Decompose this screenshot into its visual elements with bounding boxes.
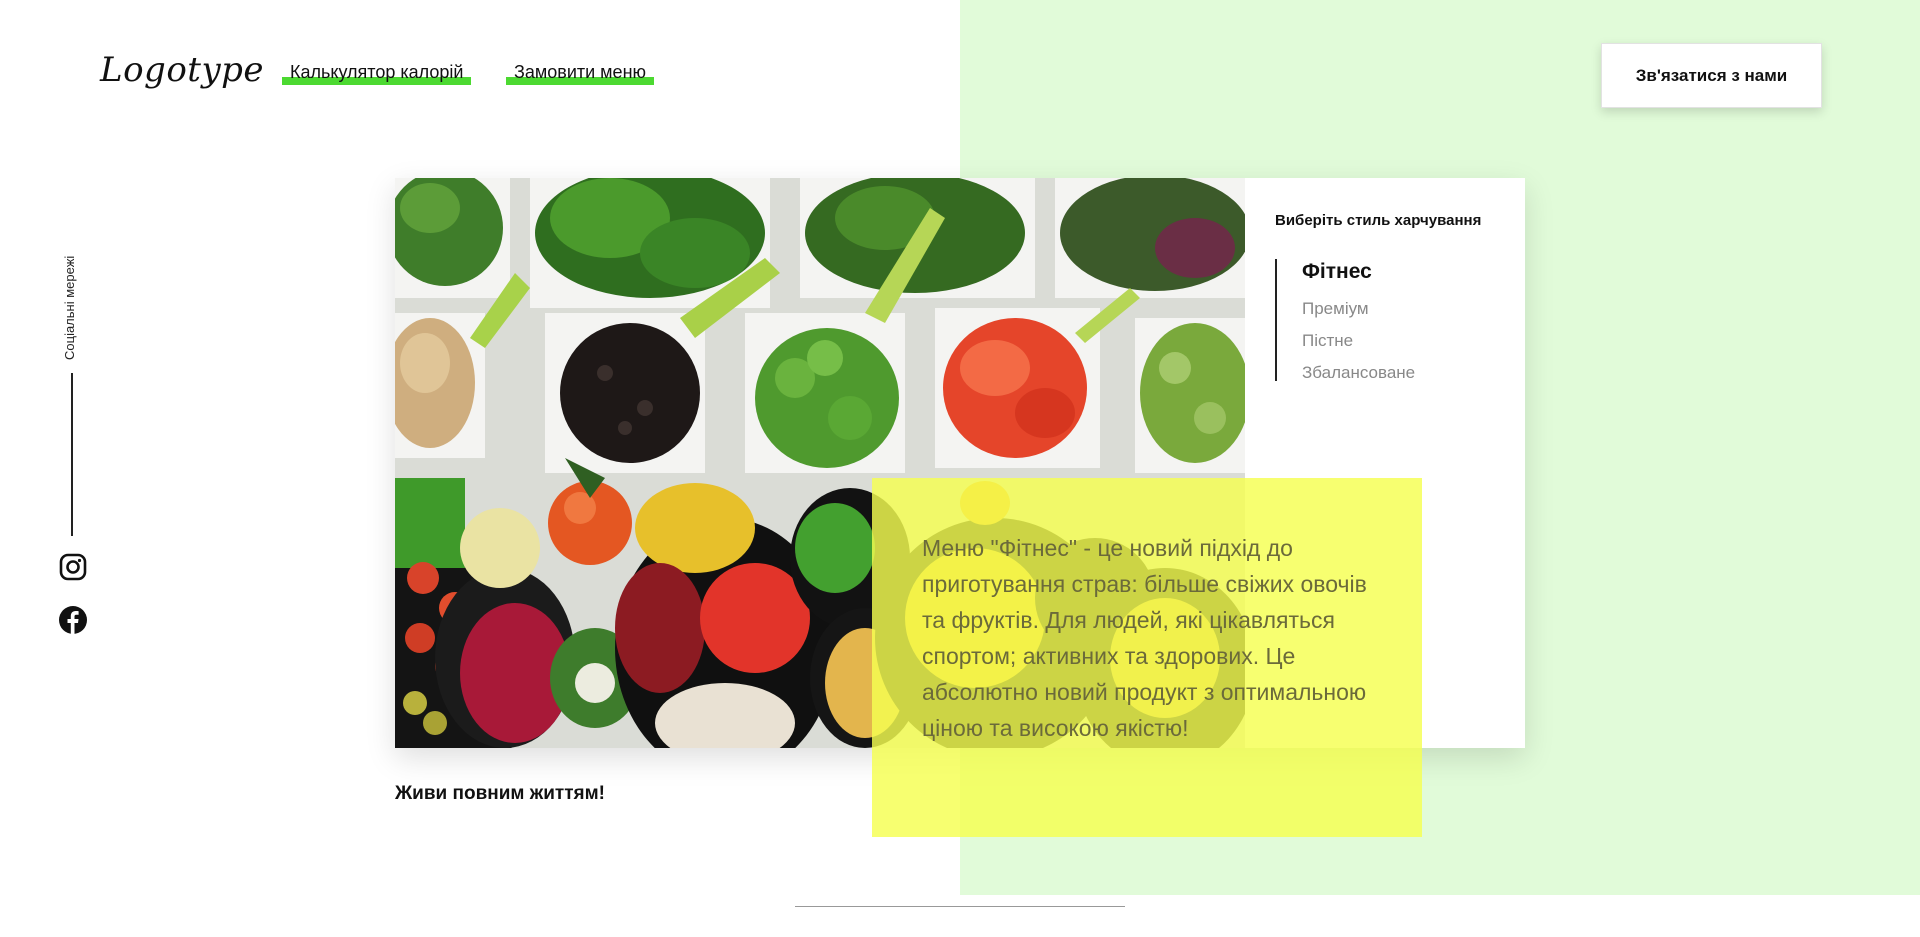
menu-description: Меню "Фітнес" - це новий підхід до приго… (922, 535, 1367, 741)
page: Logotype Калькулятор калорій Замовити ме… (0, 0, 1920, 937)
nav-link-order-menu[interactable]: Замовити меню (506, 62, 655, 85)
bottom-divider (795, 906, 1125, 907)
eating-style-title: Виберіть стиль харчування (1275, 212, 1482, 229)
tagline: Живи повним життям! (395, 783, 605, 804)
eating-style-list: Фітнес Преміум Пістне Збалансоване (1275, 259, 1505, 382)
logo[interactable]: Logotype (100, 50, 264, 90)
nav-link-label: Калькулятор калорій (290, 62, 464, 82)
contact-button[interactable]: Зв'язатися з нами (1601, 43, 1822, 108)
description-box: Меню "Фітнес" - це новий підхід до приго… (872, 478, 1422, 837)
social-networks-label: Соціальні мережі (62, 255, 77, 360)
facebook-icon[interactable] (59, 606, 87, 634)
style-option-premium[interactable]: Преміум (1302, 293, 1505, 325)
social-divider-line (71, 373, 73, 536)
style-option-balanced[interactable]: Збалансоване (1302, 357, 1505, 389)
eating-style-panel: Виберіть стиль харчування Фітнес Преміум… (1275, 212, 1505, 382)
instagram-icon[interactable] (59, 553, 87, 581)
nav-link-calorie-calculator[interactable]: Калькулятор калорій (282, 62, 472, 85)
nav-link-label: Замовити меню (514, 62, 647, 82)
style-option-lenten[interactable]: Пістне (1302, 325, 1505, 357)
style-option-fitness[interactable]: Фітнес (1302, 259, 1505, 293)
